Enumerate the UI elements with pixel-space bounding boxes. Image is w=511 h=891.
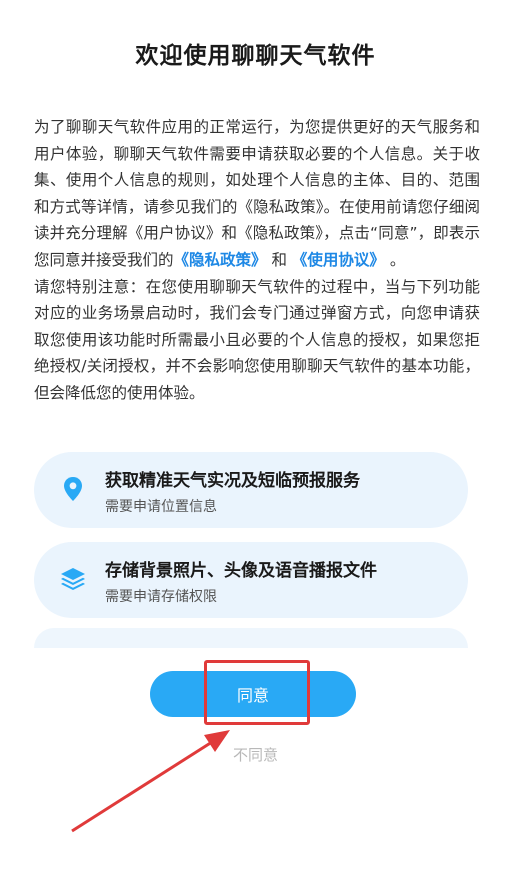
permission-subtitle: 需要申请位置信息 bbox=[105, 499, 217, 515]
annotation-highlight-box bbox=[204, 660, 310, 725]
consent-text: 为了聊聊天气软件应用的正常运行，为您提供更好的天气服务和用户体验，聊聊天气软件需… bbox=[34, 114, 480, 407]
permission-subtitle: 需要申请存储权限 bbox=[105, 589, 217, 605]
permission-title: 存储背景照片、头像及语音播报文件 bbox=[105, 561, 377, 581]
consent-paragraph-1: 为了聊聊天气软件应用的正常运行，为您提供更好的天气服务和用户体验，聊聊天气软件需… bbox=[34, 114, 480, 274]
consent-paragraph-1-text: 为了聊聊天气软件应用的正常运行，为您提供更好的天气服务和用户体验，聊聊天气软件需… bbox=[34, 118, 480, 269]
layers-icon bbox=[58, 564, 88, 594]
permission-title: 获取精准天气实况及短临预报服务 bbox=[105, 471, 360, 491]
and-text: 和 bbox=[266, 250, 292, 269]
location-pin-icon bbox=[58, 474, 88, 504]
privacy-policy-link[interactable]: 《隐私政策》 bbox=[174, 251, 267, 269]
permission-card-location: 获取精准天气实况及短临预报服务 需要申请位置信息 bbox=[34, 452, 468, 528]
dialog-title: 欢迎使用聊聊天气软件 bbox=[135, 43, 376, 69]
paragraph-end: 。 bbox=[384, 250, 406, 269]
consent-paragraph-2: 请您特别注意：在您使用聊聊天气软件的过程中，当与下列功能对应的业务场景启动时，我… bbox=[34, 277, 480, 402]
permission-card-storage: 存储背景照片、头像及语音播报文件 需要申请存储权限 bbox=[34, 542, 468, 618]
terms-of-use-link[interactable]: 《使用协议》 bbox=[292, 251, 385, 269]
permission-card-partial bbox=[34, 628, 468, 648]
disagree-button[interactable]: 不同意 bbox=[0, 744, 511, 765]
